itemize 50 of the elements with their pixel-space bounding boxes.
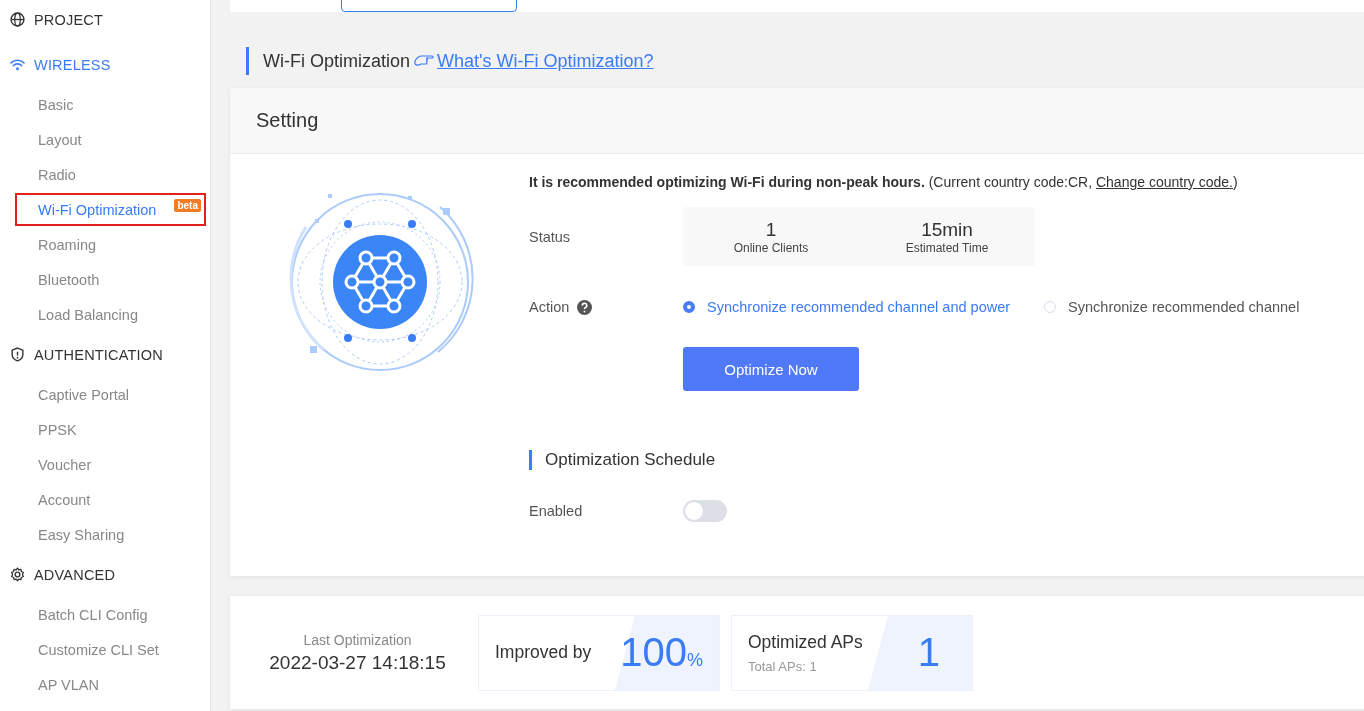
sidebar-item[interactable]: Easy Sharing	[14, 517, 210, 552]
field-label: Enabled	[529, 503, 584, 519]
sidebar-item[interactable]: Account	[14, 482, 210, 517]
stat-value: 15min	[921, 218, 973, 241]
stat-caption: Online Clients	[733, 240, 809, 255]
stat-label: Optimized APs	[748, 631, 863, 653]
sidebar-item[interactable]: Wi-Fi Optimization beta	[14, 192, 207, 227]
sidebar-item[interactable]: Captive Portal	[14, 377, 210, 412]
sidebar-item[interactable]: Customize CLI Set	[14, 632, 210, 667]
sidebar-item[interactable]: Basic	[14, 87, 210, 122]
sidebar-item[interactable]: PPSK	[14, 412, 210, 447]
stat-subtext: Total APs: 1	[748, 658, 818, 674]
section-heading: Optimization Schedule	[545, 450, 716, 470]
radio-option[interactable]: Synchronize recommended channel and power	[683, 299, 1011, 315]
last-optimization-time: 2022-03-27 14:18:15	[269, 651, 446, 674]
stat-value: 1	[917, 630, 941, 675]
stat-value: 100%	[620, 630, 703, 675]
sidebar-item[interactable]: Voucher	[14, 447, 210, 482]
sidebar-section[interactable]: WIRELESS	[0, 42, 210, 87]
radio-option[interactable]: Synchronize recommended channel	[1044, 299, 1300, 315]
wifi-icon	[10, 57, 25, 72]
last-optimization-label: Last Optimization	[303, 631, 412, 648]
change-country-code-link[interactable]: Change country code.	[1095, 174, 1233, 190]
beta-badge: beta	[174, 199, 201, 212]
gear-icon	[10, 567, 25, 582]
sidebar-item[interactable]: AP VLAN	[14, 667, 210, 702]
sidebar-section[interactable]: AUTHENTICATION	[0, 332, 210, 377]
sidebar-item[interactable]: Radio	[14, 157, 210, 192]
sidebar-item[interactable]: Layout	[14, 122, 210, 157]
recommendation-text: It is recommended optimizing Wi-Fi during non-peak hours. (Current country code:CR, Change country code.)	[529, 174, 1239, 192]
sidebar-item[interactable]: Roaming	[14, 227, 210, 262]
sidebar-section[interactable]: ADVANCED	[0, 552, 210, 597]
shield-icon	[10, 347, 25, 362]
sidebar-item[interactable]: Bluetooth	[14, 262, 210, 297]
help-link[interactable]: What's Wi-Fi Optimization?	[414, 50, 654, 72]
stat-value: 1	[765, 218, 777, 241]
page-heading: Wi-Fi Optimization	[263, 50, 410, 72]
globe-icon	[10, 12, 25, 27]
field-label: Status	[529, 228, 572, 245]
stat-caption: Estimated Time	[905, 240, 989, 255]
help-icon[interactable]	[577, 299, 593, 315]
sidebar-item[interactable]: Load Balancing	[14, 297, 210, 332]
optimize-now-button[interactable]: Optimize Now	[683, 347, 859, 391]
card-title: Setting	[256, 109, 319, 132]
toggle-switch[interactable]	[683, 500, 727, 522]
stat-label: Improved by	[495, 642, 592, 663]
field-label: Action	[529, 299, 570, 315]
radio-button[interactable]	[683, 301, 695, 313]
sidebar-item[interactable]: Batch CLI Config	[14, 597, 210, 632]
sidebar-section[interactable]: PROJECT	[0, 0, 210, 42]
